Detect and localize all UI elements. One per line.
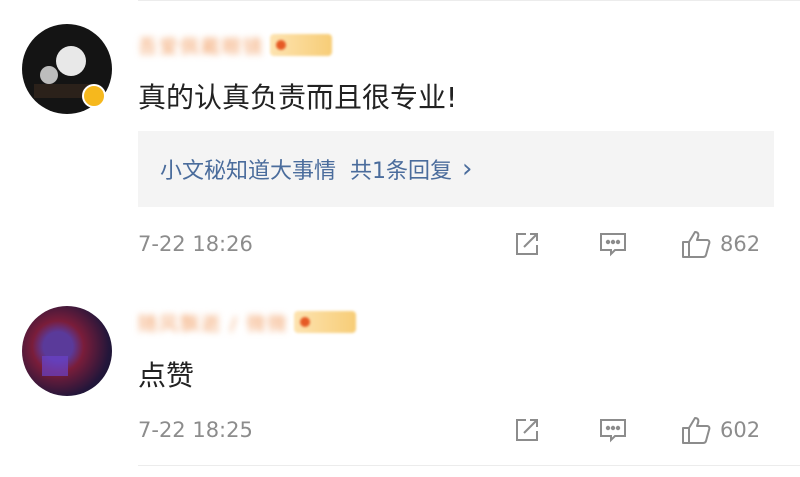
comment-meta: 7-22 18:25 602 xyxy=(138,414,774,446)
share-icon xyxy=(512,229,542,259)
repost-button[interactable] xyxy=(512,414,542,446)
share-icon xyxy=(512,415,542,445)
username[interactable]: 吾爱佩戴眼镜 xyxy=(138,32,333,59)
timestamp: 7-22 18:25 xyxy=(138,418,253,442)
repost-button[interactable] xyxy=(512,228,542,260)
member-level-badge-icon xyxy=(294,311,357,333)
like-button[interactable]: 862 xyxy=(680,228,760,260)
like-count: 862 xyxy=(720,232,761,256)
top-divider xyxy=(138,0,800,1)
chevron-right-icon: › xyxy=(462,154,473,184)
member-level-badge-icon xyxy=(270,34,333,56)
reply-count: 共1条回复 xyxy=(350,159,453,184)
reply-button[interactable] xyxy=(598,228,628,260)
action-bar: 862 xyxy=(510,228,774,260)
thumbs-up-icon xyxy=(680,228,712,260)
like-count: 602 xyxy=(720,418,761,442)
username[interactable]: 随风飘逝 / 微微 xyxy=(138,309,357,336)
reply-author: 小文秘知道大事情 xyxy=(160,159,337,184)
like-button[interactable]: 602 xyxy=(680,414,760,446)
comment-text: 真的认真负责而且很专业! xyxy=(138,81,458,114)
reply-summary-link[interactable]: 小文秘知道大事情 共1条回复 › xyxy=(138,131,774,207)
comment-meta: 7-22 18:26 862 xyxy=(138,228,774,260)
timestamp: 7-22 18:26 xyxy=(138,232,253,256)
comment-icon xyxy=(598,229,628,259)
thumbs-up-icon xyxy=(680,414,712,446)
action-bar: 602 xyxy=(510,414,774,446)
avatar[interactable] xyxy=(22,306,112,396)
username-text[interactable]: 吾爱佩戴眼镜 xyxy=(138,32,264,59)
reply-button[interactable] xyxy=(598,414,628,446)
comment-icon xyxy=(598,415,628,445)
username-text[interactable]: 随风飘逝 / 微微 xyxy=(138,309,288,336)
comment-text: 点赞 xyxy=(138,359,195,392)
bottom-divider xyxy=(138,465,800,466)
vip-badge-icon xyxy=(82,84,106,108)
